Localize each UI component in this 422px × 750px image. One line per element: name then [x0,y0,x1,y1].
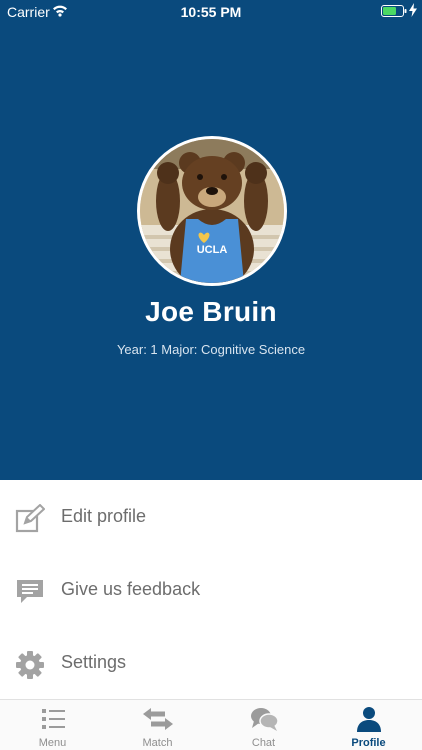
profile-info: Year: 1 Major: Cognitive Science [116,342,306,357]
settings-label: Settings [61,652,127,672]
list-icon [42,709,65,729]
swap-arrows-icon [143,708,173,730]
gear-icon [16,651,44,679]
charging-bolt-icon [409,3,417,17]
feedback-icon [17,580,43,603]
give-feedback-label: Give us feedback [61,579,201,599]
profile-name: Joe Bruin [145,296,277,327]
status-bar: Carrier 10:55 PM [0,0,422,24]
battery-icon [381,5,407,17]
shirt-logo-text: UCLA [197,244,228,256]
chat-bubbles-icon [251,708,279,731]
person-icon [357,707,381,732]
tab-profile-label: Profile [351,737,386,749]
tab-profile[interactable]: Profile [316,700,421,750]
mascot-photo: UCLA [140,139,284,283]
edit-profile-label: Edit profile [61,506,147,526]
tab-match-label: Match [142,737,173,749]
tab-menu[interactable]: Menu [0,700,105,750]
tab-bar: Menu Match Chat Profile [0,699,422,750]
edit-icon [15,504,45,533]
tab-menu-label: Menu [38,737,67,749]
edit-profile-row[interactable]: Edit profile [0,480,422,553]
tab-match[interactable]: Match [105,700,210,750]
profile-header: Carrier 10:55 PM UCLA Joe Bruin Year: 1 … [0,0,422,480]
tab-chat-label: Chat [251,737,276,749]
tab-chat[interactable]: Chat [211,700,316,750]
status-time: 10:55 PM [180,4,242,20]
avatar[interactable]: UCLA [137,136,287,286]
give-feedback-row[interactable]: Give us feedback [0,553,422,626]
settings-row[interactable]: Settings [0,626,422,699]
